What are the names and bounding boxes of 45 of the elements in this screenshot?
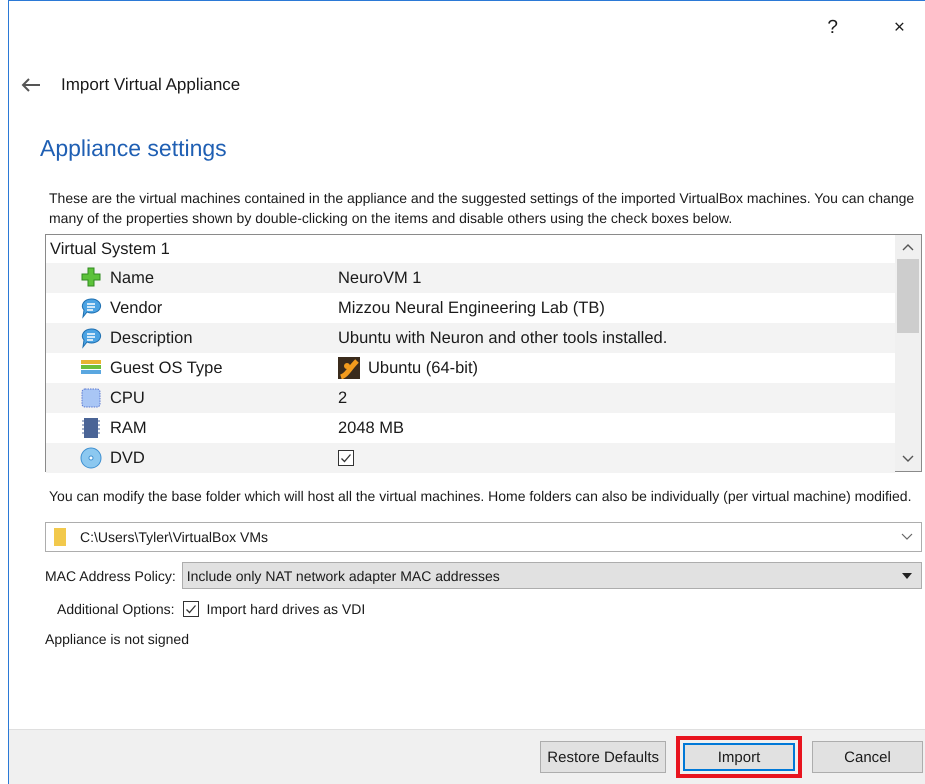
checkbox[interactable] <box>338 450 354 466</box>
property-value: Ubuntu (64-bit) <box>368 358 478 378</box>
dialog-button[interactable]: Import <box>676 736 802 778</box>
mac-policy-dropdown[interactable]: Include only NAT network adapter MAC addresses <box>182 562 922 589</box>
group-label[interactable]: Virtual System 1 <box>50 240 170 258</box>
window-title: Import Virtual Appliance <box>61 75 240 95</box>
checkbox-label[interactable]: Import hard drives as VDI <box>206 601 366 617</box>
property-label: CPU <box>110 388 145 408</box>
dropdown-arrow-icon <box>901 572 913 580</box>
chevron-down-icon <box>901 533 913 541</box>
property-value: 2 <box>338 388 348 408</box>
speech-bubble-icon <box>80 327 102 349</box>
property-label: Guest OS Type <box>110 358 223 378</box>
checkbox[interactable] <box>182 601 199 617</box>
speech-bubble-icon <box>80 297 102 319</box>
checkmark-icon <box>184 603 197 615</box>
mac-policy-label: MAC Address Policy: <box>45 568 176 584</box>
property-label: Vendor <box>110 298 162 318</box>
property-label: DVD <box>110 448 145 468</box>
scroll-up-icon[interactable] <box>902 243 914 251</box>
dialog-button[interactable]: Cancel <box>812 741 923 773</box>
page-heading: Appliance settings <box>40 135 228 162</box>
dialog-button[interactable]: Restore Defaults <box>540 741 666 773</box>
folder-note: You can modify the base folder which will host all the virtual machines. Home folders can also be individually (per virtual machine) modified. <box>49 487 912 506</box>
folder-dropdown[interactable]: C:\Users\Tyler\VirtualBox VMs <box>45 522 922 552</box>
property-label: Name <box>110 268 154 288</box>
property-value: NeuroVM 1 <box>338 268 422 288</box>
property-value: Mizzou Neural Engineering Lab (TB) <box>338 298 605 318</box>
disc-icon <box>80 447 102 469</box>
intro-text: These are the virtual machines contained in the appliance and the suggested settings of the imported VirtualBox machines. You can change many of the properties shown by double-clicking on the items and disable others using the check boxes below. <box>49 189 916 228</box>
property-label: RAM <box>110 418 147 438</box>
back-arrow-icon[interactable] <box>21 78 41 92</box>
help-button[interactable]: ? <box>823 17 842 47</box>
checkmark-icon <box>340 452 352 464</box>
scrollbar[interactable] <box>895 235 921 471</box>
folder-icon <box>54 528 66 546</box>
property-value: 2048 MB <box>338 418 404 438</box>
close-button[interactable]: × <box>890 17 909 47</box>
signature-status: Appliance is not signed <box>45 631 190 647</box>
chip-icon <box>80 387 102 409</box>
memory-chip-icon <box>80 417 102 439</box>
scroll-down-icon[interactable] <box>902 455 914 463</box>
property-label: Description <box>110 328 193 348</box>
options-label: Additional Options: <box>57 601 175 617</box>
property-value: Ubuntu with Neuron and other tools installed. <box>338 328 668 348</box>
